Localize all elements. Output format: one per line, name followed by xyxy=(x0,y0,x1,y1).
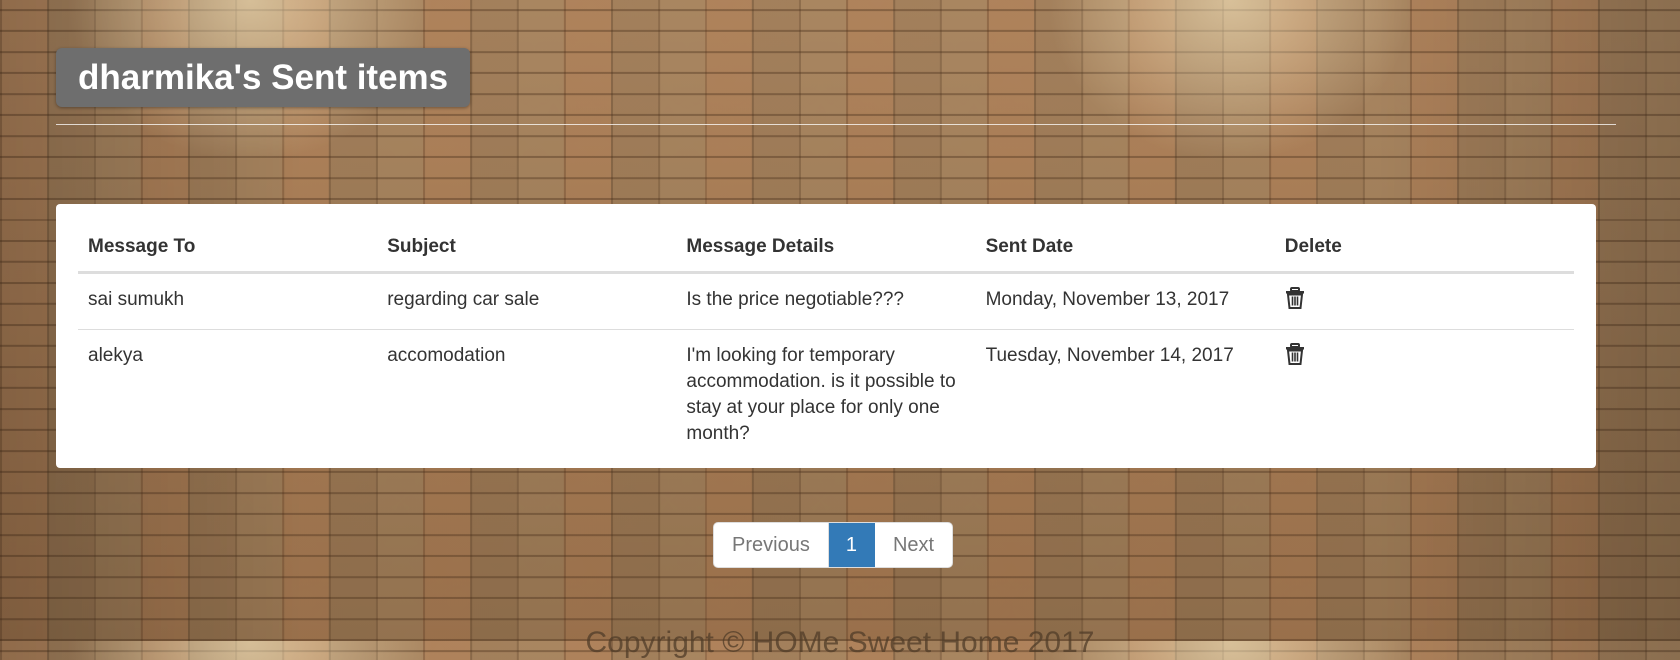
page-1-button[interactable]: 1 xyxy=(828,523,875,567)
header-delete: Delete xyxy=(1274,224,1574,274)
trash-icon[interactable] xyxy=(1285,287,1305,309)
cell-subject: accomodation xyxy=(377,329,677,459)
header-subject: Subject xyxy=(377,224,677,274)
trash-icon[interactable] xyxy=(1285,343,1305,365)
table-row: alekya accomodation I'm looking for temp… xyxy=(78,329,1574,459)
table-row: sai sumukh regarding car sale Is the pri… xyxy=(78,273,1574,330)
header-message-details: Message Details xyxy=(676,224,976,274)
sent-items-panel: Message To Subject Message Details Sent … xyxy=(56,204,1596,468)
pagination: Previous 1 Next xyxy=(713,522,954,568)
cell-delete xyxy=(1275,273,1574,330)
cell-message-details: I'm looking for temporary accommodation.… xyxy=(676,329,976,459)
previous-page-button[interactable]: Previous xyxy=(714,523,829,567)
cell-message-to: alekya xyxy=(78,329,378,459)
footer-copyright: Copyright © HOMe Sweet Home 2017 xyxy=(585,626,1095,659)
divider xyxy=(56,124,1616,125)
table-header-row: Message To Subject Message Details Sent … xyxy=(78,224,1574,274)
header-message-to: Message To xyxy=(78,224,378,274)
header-sent-date: Sent Date xyxy=(975,224,1275,274)
cell-sent-date: Tuesday, November 14, 2017 xyxy=(975,329,1275,459)
cell-sent-date: Monday, November 13, 2017 xyxy=(985,289,1230,310)
page-title: dharmika's Sent items xyxy=(56,48,471,107)
cell-message-details: Is the price negotiable??? xyxy=(686,289,904,310)
cell-message-to: sai sumukh xyxy=(88,289,185,310)
next-page-button[interactable]: Next xyxy=(875,523,952,567)
sent-items-table: Message To Subject Message Details Sent … xyxy=(78,224,1574,459)
cell-subject: regarding car sale xyxy=(387,289,540,310)
cell-delete xyxy=(1274,329,1574,459)
